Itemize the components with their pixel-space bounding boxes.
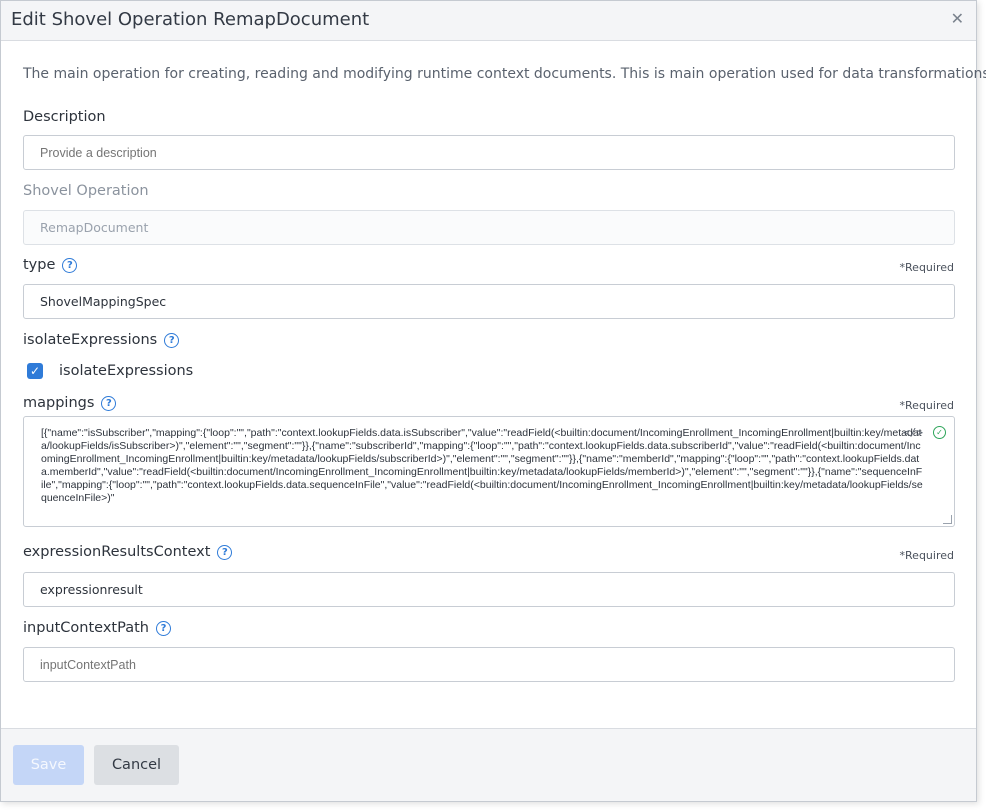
valid-check-icon: ✓ bbox=[933, 426, 946, 439]
help-icon[interactable]: ? bbox=[164, 332, 180, 348]
mappings-textarea[interactable]: [{"name":"isSubscriber","mapping":{"loop… bbox=[23, 416, 955, 527]
dialog-intro: The main operation for creating, reading… bbox=[23, 66, 986, 82]
isolate-expressions-label: isolateExpressions ? bbox=[23, 332, 180, 348]
save-button[interactable]: Save bbox=[13, 745, 84, 785]
shovel-operation-field: RemapDocument bbox=[23, 210, 955, 245]
mappings-label: mappings ? bbox=[23, 395, 117, 411]
dialog-title: Edit Shovel Operation RemapDocument bbox=[11, 9, 370, 30]
required-indicator: *Required bbox=[899, 399, 954, 412]
dialog-header: Edit Shovel Operation RemapDocument ✕ bbox=[1, 1, 976, 41]
isolate-expressions-checkbox-row[interactable]: ✓ isolateExpressions bbox=[27, 363, 193, 379]
help-icon[interactable]: ? bbox=[217, 544, 233, 560]
isolate-expressions-checkbox-label[interactable]: isolateExpressions bbox=[59, 363, 193, 379]
description-label: Description bbox=[23, 109, 106, 125]
textarea-toolbar: </> ✓ bbox=[903, 426, 946, 439]
expression-results-context-input[interactable]: expressionresult bbox=[23, 572, 955, 607]
resize-handle[interactable] bbox=[943, 515, 952, 524]
shovel-operation-label: Shovel Operation bbox=[23, 183, 149, 199]
input-context-path-label: inputContextPath ? bbox=[23, 620, 171, 636]
expression-results-context-label: expressionResultsContext ? bbox=[23, 544, 233, 560]
edit-dialog: Edit Shovel Operation RemapDocument ✕ Th… bbox=[0, 0, 986, 802]
description-input[interactable] bbox=[23, 135, 955, 170]
isolate-expressions-checkbox[interactable]: ✓ bbox=[27, 363, 43, 379]
type-label: type ? bbox=[23, 257, 78, 273]
required-indicator: *Required bbox=[899, 549, 954, 562]
help-icon[interactable]: ? bbox=[62, 257, 78, 273]
required-indicator: *Required bbox=[899, 261, 954, 274]
input-context-path-input[interactable] bbox=[23, 647, 955, 682]
close-icon[interactable]: ✕ bbox=[951, 11, 964, 27]
cancel-button[interactable]: Cancel bbox=[94, 745, 179, 785]
help-icon[interactable]: ? bbox=[101, 395, 117, 411]
type-input[interactable]: ShovelMappingSpec bbox=[23, 284, 955, 319]
code-icon[interactable]: </> bbox=[903, 426, 923, 439]
dialog-footer: Save Cancel bbox=[1, 728, 976, 801]
help-icon[interactable]: ? bbox=[155, 620, 171, 636]
mappings-text[interactable]: [{"name":"isSubscriber","mapping":{"loop… bbox=[41, 427, 923, 505]
